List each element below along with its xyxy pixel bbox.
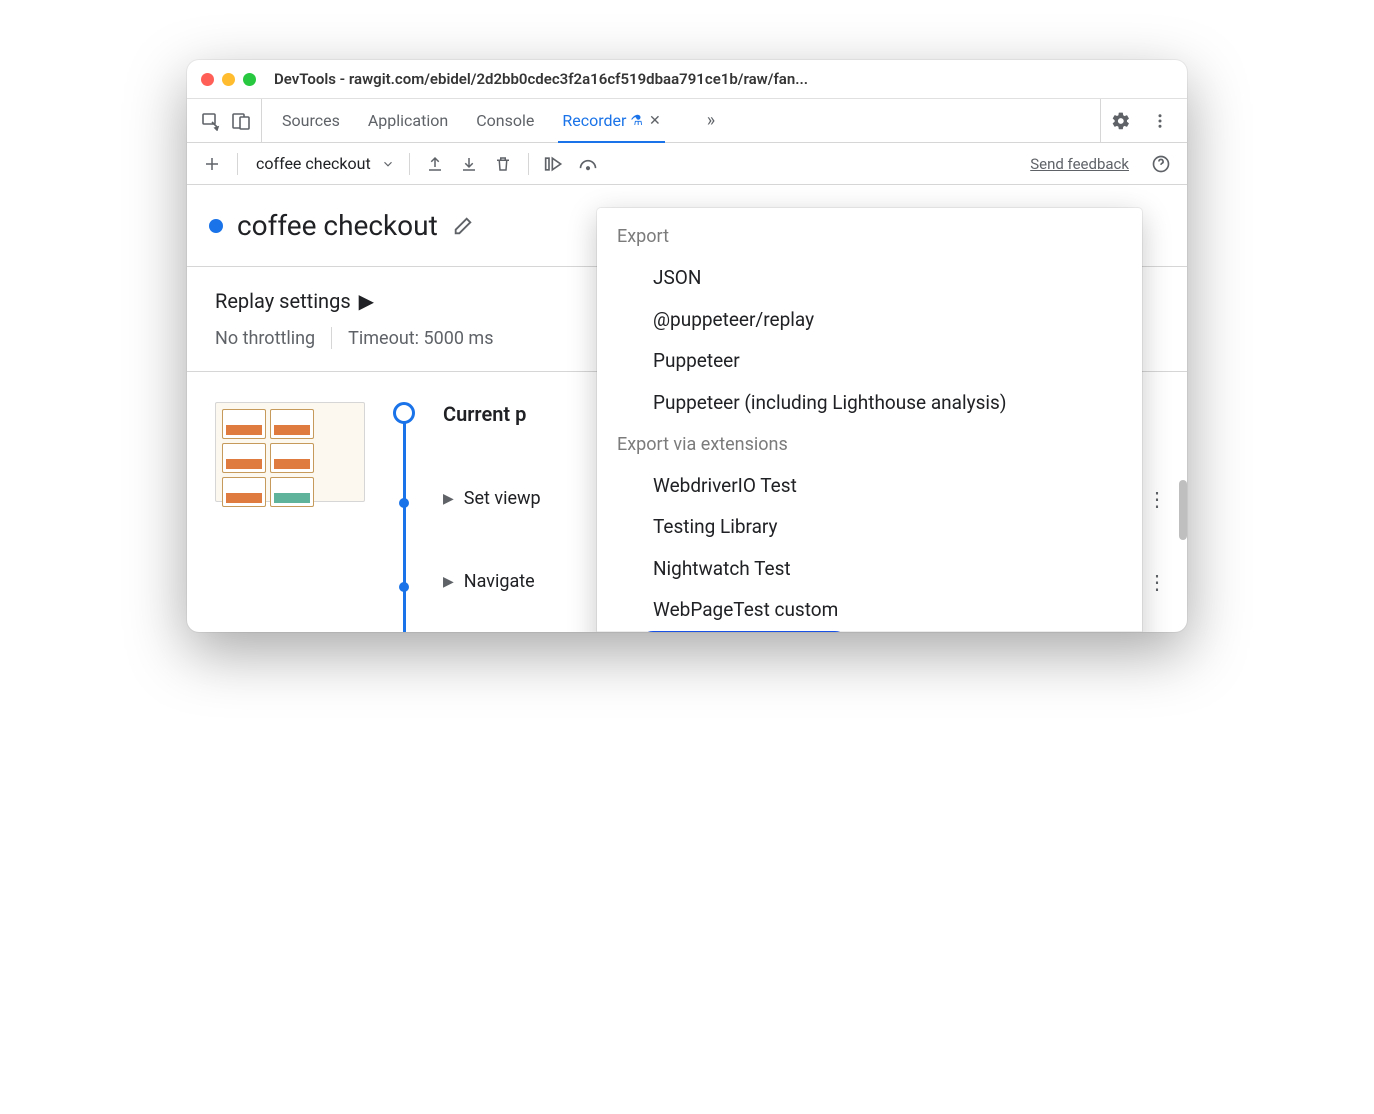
new-recording-button[interactable] — [197, 149, 227, 179]
inspect-element-icon[interactable] — [201, 111, 221, 131]
recording-status-dot — [209, 219, 223, 233]
export-menu: Export JSON @puppeteer/replay Puppeteer … — [597, 208, 1142, 632]
step-icon[interactable] — [539, 149, 569, 179]
delete-icon[interactable] — [488, 149, 518, 179]
recording-select[interactable]: coffee checkout — [248, 154, 377, 173]
experiment-icon: ⚗︎ — [630, 113, 643, 129]
minimize-window-icon[interactable] — [222, 73, 235, 86]
page-thumbnail — [215, 402, 365, 502]
kebab-menu-icon[interactable] — [1141, 99, 1179, 142]
close-window-icon[interactable] — [201, 73, 214, 86]
maximize-window-icon[interactable] — [243, 73, 256, 86]
menu-item-webpagetest[interactable]: WebPageTest custom — [597, 589, 1142, 631]
timeline-node[interactable] — [399, 582, 409, 592]
menu-section-export: Export — [597, 226, 1142, 257]
settings-icon[interactable] — [1100, 99, 1141, 142]
recording-title: coffee checkout — [237, 209, 438, 242]
throttling-value: No throttling — [215, 328, 315, 349]
chevron-down-icon[interactable] — [381, 157, 395, 171]
menu-item-nightwatch[interactable]: Nightwatch Test — [597, 548, 1142, 590]
menu-section-extensions: Export via extensions — [597, 424, 1142, 465]
scrollbar-thumb[interactable] — [1179, 480, 1187, 540]
timeline-start-node[interactable] — [393, 402, 415, 424]
export-icon[interactable] — [420, 149, 450, 179]
titlebar: DevTools - rawgit.com/ebidel/2d2bb0cdec3… — [187, 60, 1187, 99]
menu-item-get-extensions[interactable]: Get extensions… — [597, 631, 1142, 632]
window-title: DevTools - rawgit.com/ebidel/2d2bb0cdec3… — [274, 70, 808, 88]
panel-tabs-bar: Sources Application Console Recorder ⚗︎ … — [187, 99, 1187, 143]
menu-item-puppeteer[interactable]: Puppeteer — [597, 340, 1142, 382]
recorder-toolbar: coffee checkout Send feedback — [187, 143, 1187, 185]
menu-item-webdriverio[interactable]: WebdriverIO Test — [597, 465, 1142, 507]
send-feedback-link[interactable]: Send feedback — [1030, 155, 1129, 173]
more-tabs-icon[interactable]: » — [707, 110, 715, 131]
timeout-value: Timeout: 5000 ms — [348, 328, 493, 349]
menu-item-testing-library[interactable]: Testing Library — [597, 506, 1142, 548]
device-toolbar-icon[interactable] — [231, 111, 251, 131]
help-icon[interactable] — [1145, 154, 1177, 174]
timeline-node[interactable] — [399, 498, 409, 508]
menu-item-puppeteer-replay[interactable]: @puppeteer/replay — [597, 299, 1142, 341]
tab-application[interactable]: Application — [368, 99, 448, 142]
expand-icon: ▶ — [443, 491, 454, 507]
highlight-ring — [639, 631, 849, 632]
tab-sources[interactable]: Sources — [282, 99, 340, 142]
step-more-icon[interactable]: ⋮ — [1147, 570, 1167, 594]
edit-title-icon[interactable] — [452, 215, 474, 237]
close-tab-icon[interactable]: ✕ — [649, 113, 661, 129]
devtools-window: DevTools - rawgit.com/ebidel/2d2bb0cdec3… — [187, 60, 1187, 632]
tab-console[interactable]: Console — [476, 99, 534, 142]
expand-icon: ▶ — [443, 574, 454, 590]
tab-recorder[interactable]: Recorder ⚗︎ ✕ — [562, 99, 660, 142]
import-icon[interactable] — [454, 149, 484, 179]
step-more-icon[interactable]: ⋮ — [1147, 487, 1167, 511]
chevron-right-icon: ▶ — [359, 289, 374, 313]
replay-speed-icon[interactable] — [573, 149, 603, 179]
menu-item-json[interactable]: JSON — [597, 257, 1142, 299]
traffic-lights — [201, 73, 256, 86]
menu-item-puppeteer-lighthouse[interactable]: Puppeteer (including Lighthouse analysis… — [597, 382, 1142, 424]
timeline — [389, 402, 419, 592]
